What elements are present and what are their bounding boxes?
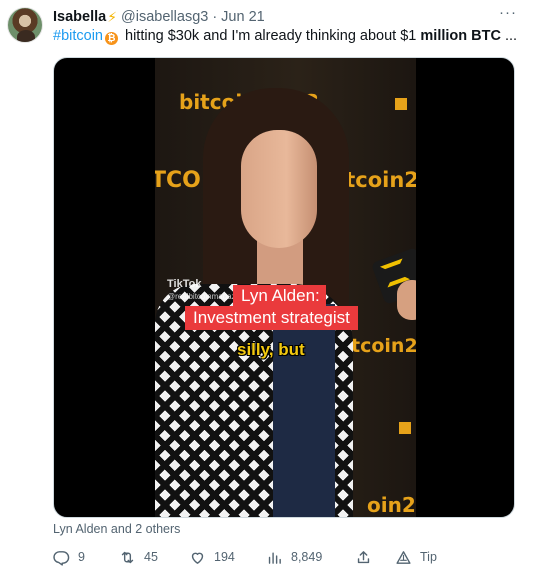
tweet-text-end: ...	[500, 28, 518, 44]
hashtag-link[interactable]: #bitcoin	[53, 28, 103, 44]
tweet-card[interactable]: Isabella ⚡ @isabellasg3 · Jun 21 ··· #bi…	[0, 0, 539, 572]
banner-logo-mark	[399, 422, 411, 434]
retweet-button[interactable]: 45	[119, 547, 158, 567]
interviewer-hand	[397, 280, 416, 320]
tweet-text: #bitcoin ₿ hitting $30k and I'm already t…	[53, 27, 533, 46]
views-count: 8,849	[291, 550, 323, 564]
avatar[interactable]	[7, 7, 43, 43]
reply-button[interactable]: 9	[53, 547, 85, 567]
tweet-header: Isabella ⚡ @isabellasg3 · Jun 21	[53, 8, 265, 26]
tip-button[interactable]: Tip	[395, 547, 437, 567]
person-face	[241, 130, 317, 248]
views-button[interactable]: 8,849	[266, 547, 322, 567]
tweet-text-main: hitting $30k and I'm already thinking ab…	[120, 28, 421, 44]
share-button[interactable]	[355, 547, 380, 567]
action-bar: 9 45 194 8,849 Tip	[53, 547, 473, 567]
author-name[interactable]: Isabella	[53, 9, 106, 25]
tip-label: Tip	[420, 550, 437, 564]
reply-icon	[53, 550, 70, 566]
bitcoin-emoji-icon: ₿	[104, 32, 118, 45]
tweet-date[interactable]: Jun 21	[221, 9, 265, 25]
heart-icon	[191, 552, 204, 564]
author-handle[interactable]: @isabellasg3	[121, 9, 208, 25]
share-upload-icon	[357, 550, 370, 563]
liked-by-line[interactable]: Lyn Alden and 2 others	[53, 522, 180, 536]
caption-name: Lyn Alden:	[233, 285, 326, 307]
lightning-emoji-icon: ⚡	[107, 8, 118, 25]
reply-count: 9	[78, 550, 85, 564]
more-horizontal-icon[interactable]: ···	[499, 5, 517, 24]
views-bar-chart-icon	[268, 552, 281, 564]
like-button[interactable]: 194	[189, 547, 235, 567]
retweet-count: 45	[144, 550, 158, 564]
banner-text: TCO	[155, 168, 201, 193]
video-frame[interactable]: bitcoin 2023 TCO bitcoin20 tcoin20 oin2 …	[155, 58, 416, 517]
person-shirt	[273, 304, 335, 517]
tiktok-logo-icon: TikTok	[167, 278, 202, 290]
video-media[interactable]: bitcoin 2023 TCO bitcoin20 tcoin20 oin2 …	[53, 57, 515, 518]
separator-dot: ·	[212, 9, 218, 25]
retweet-icon	[121, 551, 134, 563]
banner-text: oin2	[367, 493, 416, 517]
video-subtitle: silly, but	[237, 340, 305, 359]
tweet-text-bold: million BTC	[420, 28, 501, 44]
banner-text: tcoin20	[351, 335, 416, 357]
caption-role: Investment strategist	[185, 306, 358, 330]
tip-icon	[396, 550, 411, 564]
like-count: 194	[214, 550, 235, 564]
banner-logo-mark	[395, 98, 407, 110]
